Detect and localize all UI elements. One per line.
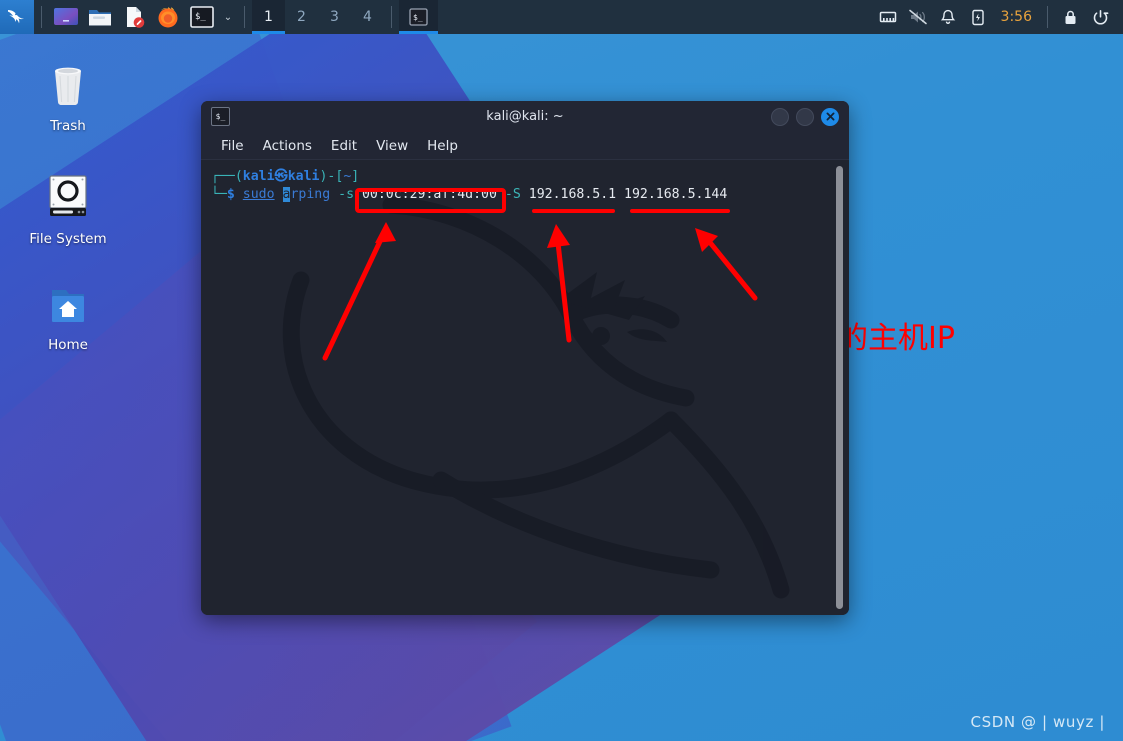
workspace-button-1[interactable]: 1 [252, 0, 285, 34]
volume-muted-icon[interactable] [903, 0, 933, 34]
svg-text:$_: $_ [413, 13, 423, 22]
panel-divider-4 [1047, 6, 1048, 28]
prompt-line1-mid: )-[ [319, 169, 344, 184]
launcher-overflow-chevron-down-icon[interactable]: ⌄ [219, 3, 237, 31]
desktop-icon-label: Trash [50, 118, 86, 134]
terminal-icon: $_ [409, 8, 428, 26]
desktop-icon-label: Home [48, 337, 88, 353]
terminal-output: ┌──(kali㉿kali)-[~] └─$ sudo arping -s 00… [201, 160, 849, 204]
terminal-scrollbar[interactable] [836, 166, 843, 609]
spoofed-source-ip-value: 192.168.5.1 [528, 187, 617, 202]
launcher-file-manager[interactable] [86, 3, 114, 31]
prompt-line2-prefix: └─ [211, 187, 227, 202]
panel-right-group: 3:56 [873, 0, 1123, 34]
close-button[interactable] [821, 107, 839, 126]
flag-s-upper: -S [504, 187, 521, 202]
terminal-menubar: File Actions Edit View Help [201, 132, 849, 160]
menu-item-edit[interactable]: Edit [323, 136, 365, 156]
maximize-button[interactable] [796, 107, 814, 126]
prompt-dollar: $ [226, 187, 235, 202]
desktop-icon-label: File System [29, 231, 107, 247]
panel-left-group: $_ ⌄ 1 2 3 4 $_ [0, 0, 438, 34]
close-icon [826, 112, 834, 121]
file-manager-icon [89, 10, 111, 26]
firefox-icon [158, 7, 178, 28]
clock[interactable]: 3:56 [993, 9, 1040, 25]
terminal-titlebar[interactable]: $_ kali@kali: ~ [201, 101, 849, 132]
command-program: rping [290, 187, 331, 202]
lock-icon [1065, 10, 1075, 24]
command-sudo: sudo [242, 187, 275, 202]
terminal-body[interactable]: ┌──(kali㉿kali)-[~] └─$ sudo arping -s 00… [201, 160, 849, 615]
workspace-button-2[interactable]: 2 [285, 0, 318, 34]
desktop-icon-home[interactable]: Home [13, 284, 123, 353]
panel-divider-2 [244, 6, 245, 28]
workspace-button-3[interactable]: 3 [318, 0, 351, 34]
panel-divider-3 [391, 6, 392, 28]
notification-bell-icon [940, 9, 955, 24]
svg-text:$_: $_ [195, 12, 206, 22]
prompt-at-symbol: ㉿ [274, 169, 288, 184]
battery-icon [971, 9, 984, 26]
network-icon [879, 11, 896, 23]
prompt-host: kali [287, 169, 320, 184]
text-editor-icon [127, 7, 145, 28]
trash-icon [55, 67, 81, 105]
spoofed-mac-value: 00:0c:29:af:4d:00 [361, 187, 497, 202]
desktop-icon-trash[interactable]: Trash [13, 55, 123, 134]
csdn-watermark: CSDN @ | wuyz | [970, 713, 1105, 731]
logout-icon[interactable] [1085, 0, 1115, 34]
top-panel: $_ ⌄ 1 2 3 4 $_ 3:56 [0, 0, 1123, 34]
launcher-display-settings[interactable] [52, 3, 80, 31]
terminal-icon: $_ [211, 107, 230, 126]
menu-item-help[interactable]: Help [419, 136, 466, 156]
terminal-window[interactable]: $_ kali@kali: ~ File Actions Edit View H… [201, 101, 849, 615]
lock-icon[interactable] [1055, 0, 1085, 34]
prompt-user: kali [242, 169, 275, 184]
network-icon[interactable] [873, 0, 903, 34]
panel-divider-1 [41, 6, 42, 28]
kali-dragon-watermark-icon [282, 196, 790, 599]
flag-s-lower: -s [338, 187, 355, 202]
window-controls [771, 107, 849, 126]
desktop-screen: https://blog.csdn.net/wuyz [0, 0, 1123, 741]
workspace-button-4[interactable]: 4 [351, 0, 384, 34]
kali-dragon-icon [8, 10, 24, 24]
hard-drive-icon [49, 175, 87, 216]
battery-icon[interactable] [963, 0, 993, 34]
target-ip-value: 192.168.5.144 [624, 187, 728, 202]
volume-muted-icon [908, 9, 927, 25]
taskbar-window-terminal[interactable]: $_ [399, 0, 438, 34]
minimize-button[interactable] [771, 107, 789, 126]
menu-item-file[interactable]: File [213, 136, 252, 156]
kali-menu-button[interactable] [0, 0, 34, 34]
logout-icon [1093, 9, 1108, 24]
launcher-firefox[interactable] [154, 3, 182, 31]
display-settings-icon [54, 8, 78, 25]
launcher-text-editor[interactable] [120, 3, 148, 31]
home-folder-icon [52, 290, 84, 322]
terminal-title: kali@kali: ~ [486, 109, 564, 124]
terminal-icon: $_ [190, 6, 214, 28]
launcher-terminal[interactable]: $_ [188, 3, 216, 31]
notification-bell-icon[interactable] [933, 0, 963, 34]
prompt-line1-close: ] [351, 169, 360, 184]
desktop-icon-file-system[interactable]: File System [13, 168, 123, 247]
menu-item-view[interactable]: View [368, 136, 416, 156]
menu-item-actions[interactable]: Actions [255, 136, 320, 156]
prompt-line1-open: ┌──( [211, 169, 243, 184]
